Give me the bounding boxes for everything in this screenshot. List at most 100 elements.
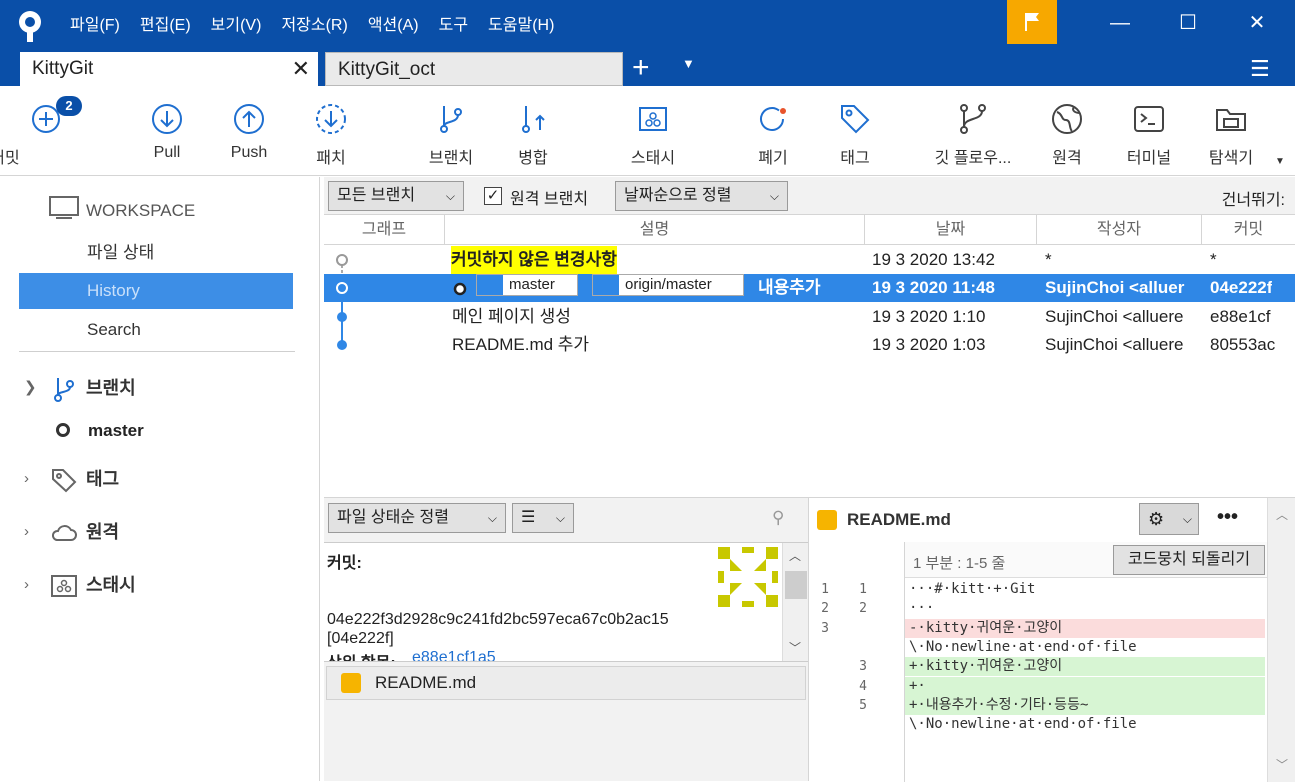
new-line-number: 1 xyxy=(859,582,867,597)
tab-kittygit-oct[interactable]: KittyGit_oct xyxy=(325,52,623,86)
sourcetree-logo-icon xyxy=(19,11,41,42)
commit-button[interactable]: 2 커밋 xyxy=(0,86,92,176)
table-row[interactable]: 커밋하지 않은 변경사항 19 3 2020 13:42 * * xyxy=(324,246,1295,274)
branch-tag-label: master xyxy=(509,276,555,293)
table-row[interactable]: README.md 추가 19 3 2020 1:03 SujinChoi <a… xyxy=(324,331,1295,359)
cloud-icon xyxy=(51,525,77,541)
commit-short-hash: [04e222f] xyxy=(327,630,394,647)
diff-scrollbar[interactable]: ︿ ﹀ xyxy=(1267,498,1295,782)
hunk-header: 1 부분 : 1-5 줄 코드뭉치 되돌리기 xyxy=(905,542,1267,578)
diff-line-ctx[interactable]: \·No·newline·at·end·of·file xyxy=(905,715,1265,734)
changed-file-name: README.md xyxy=(375,673,477,692)
diff-line-add[interactable]: +·내용추가·수정·기타·등등~ xyxy=(905,695,1265,715)
row-description: README.md 추가 xyxy=(452,335,590,354)
remote-button[interactable]: 원격 xyxy=(1022,86,1112,176)
diff-line-add[interactable]: +·kitty·귀여운·고양이 xyxy=(905,657,1265,677)
table-row[interactable]: 메인 페이지 생성 19 3 2020 1:10 SujinChoi <allu… xyxy=(324,303,1295,331)
menu-repository[interactable]: 저장소(R) xyxy=(271,14,357,38)
sidebar-item-file-status[interactable]: 파일 상태 xyxy=(19,235,293,271)
changed-file-item[interactable]: README.md xyxy=(326,666,806,700)
diff-line-ctx[interactable]: \·No·newline·at·end·of·file xyxy=(905,638,1265,657)
menu-view[interactable]: 보기(V) xyxy=(201,14,272,38)
terminal-button[interactable]: 터미널 xyxy=(1104,86,1194,176)
branch-button[interactable]: 브랜치 xyxy=(406,86,496,176)
minimize-button[interactable]: — xyxy=(1100,8,1140,38)
commit-info-scrollbar[interactable]: ︿ ﹀ xyxy=(782,543,808,661)
sidebar-section-remotes[interactable]: › 원격 xyxy=(24,517,314,547)
branch-label: 브랜치 xyxy=(428,150,474,167)
fetch-button[interactable]: 패치 xyxy=(286,86,376,176)
search-icon[interactable]: ⚲ xyxy=(772,508,784,528)
modified-file-icon xyxy=(341,673,361,693)
menu-edit[interactable]: 편집(E) xyxy=(130,14,201,38)
stash-button[interactable]: 스태시 xyxy=(608,86,698,176)
menu-help[interactable]: 도움말(H) xyxy=(478,14,564,38)
row-author: SujinChoi <alluere xyxy=(1045,307,1184,326)
git-flow-button[interactable]: 깃 플로우... xyxy=(928,86,1018,176)
table-row-selected[interactable]: master origin/master 내용추가 19 3 2020 11:4… xyxy=(324,274,1295,302)
tag-button[interactable]: 태그 xyxy=(810,86,900,176)
merge-button[interactable]: 병합 xyxy=(488,86,578,176)
flag-button[interactable] xyxy=(1007,0,1057,44)
menu-file[interactable]: 파일(F) xyxy=(60,14,130,38)
diff-settings-dropdown[interactable]: ⚙ ⌵ xyxy=(1139,503,1199,535)
diff-line-ctx[interactable]: ··· xyxy=(905,599,1265,618)
chevron-down-icon: ⌵ xyxy=(1182,512,1192,526)
remote-label: 원격 xyxy=(1052,150,1082,167)
sidebar-section-tags[interactable]: › 태그 xyxy=(24,464,314,494)
file-sort-dropdown[interactable]: 파일 상태순 정렬 ⌵ xyxy=(328,503,506,533)
scroll-down-icon[interactable]: ﹀ xyxy=(789,639,801,656)
sort-dropdown[interactable]: 날짜순으로 정렬 ⌵ xyxy=(615,181,788,211)
chevron-down-icon: ⌵ xyxy=(769,189,779,203)
column-graph[interactable]: 그래프 xyxy=(324,215,445,245)
view-mode-dropdown[interactable]: ☰ ⌵ xyxy=(512,503,574,533)
commit-node xyxy=(336,282,348,294)
tab-dropdown-icon[interactable]: ▼ xyxy=(682,56,695,71)
column-commit[interactable]: 커밋 xyxy=(1202,215,1295,245)
close-window-button[interactable]: ✕ xyxy=(1237,8,1277,38)
column-date[interactable]: 날짜 xyxy=(865,215,1037,245)
stashes-label: 스태시 xyxy=(86,575,136,595)
more-options-icon[interactable]: ••• xyxy=(1217,506,1238,529)
sidebar-item-search[interactable]: Search xyxy=(19,312,293,348)
tab-kittygit[interactable]: KittyGit ✕ xyxy=(20,52,318,86)
pull-button[interactable]: Pull xyxy=(122,86,212,176)
branch-filter-dropdown[interactable]: 모든 브랜치 ⌵ xyxy=(328,181,464,211)
discard-button[interactable]: 폐기 xyxy=(728,86,818,176)
menu-tools[interactable]: 도구 xyxy=(429,14,478,38)
diff-line-ctx[interactable]: ···#·kitt·+·Git xyxy=(905,580,1265,599)
old-line-number: 2 xyxy=(821,601,829,617)
menu-actions[interactable]: 액션(A) xyxy=(358,14,429,38)
diff-line-del[interactable]: -·kitty·귀여운·고양이 xyxy=(905,618,1265,638)
column-description[interactable]: 설명 xyxy=(445,215,865,245)
sidebar-item-history[interactable]: History xyxy=(19,273,293,309)
maximize-button[interactable]: ☐ xyxy=(1168,8,1208,38)
remote-branch-checkbox[interactable]: ✓ xyxy=(484,187,502,205)
scroll-up-icon[interactable]: ︿ xyxy=(1276,506,1288,523)
diff-line-add[interactable]: +· xyxy=(905,676,1265,696)
branch-icon xyxy=(440,106,462,133)
sidebar-branch-master[interactable]: master xyxy=(88,421,144,441)
scroll-thumb[interactable] xyxy=(785,571,807,599)
new-tab-button[interactable]: + xyxy=(632,52,650,84)
close-tab-icon[interactable]: ✕ xyxy=(292,52,310,86)
branch-tag-origin-master[interactable]: origin/master xyxy=(592,274,744,296)
push-button[interactable]: Push xyxy=(204,86,294,176)
merge-label: 병합 xyxy=(518,150,548,167)
toolbar-overflow-icon[interactable]: ▼ xyxy=(1275,156,1285,167)
explorer-button[interactable]: 탐색기 xyxy=(1186,86,1276,176)
new-line-number: 3 xyxy=(859,659,867,675)
hamburger-menu-icon[interactable]: ☰ xyxy=(1250,56,1270,82)
branch-tag-master[interactable]: master xyxy=(476,274,578,296)
diff-file-name: README.md xyxy=(847,510,951,529)
sidebar-section-branches[interactable]: ❯ 브랜치 xyxy=(24,373,314,403)
parent-link[interactable]: e88e1cf1a5 xyxy=(412,649,496,661)
column-author[interactable]: 작성자 xyxy=(1037,215,1202,245)
revert-hunk-button[interactable]: 코드뭉치 되돌리기 xyxy=(1113,545,1265,575)
scroll-down-icon[interactable]: ﹀ xyxy=(1276,756,1288,773)
sidebar-section-stashes[interactable]: › 스태시 xyxy=(24,570,314,600)
tag-icon xyxy=(841,105,870,134)
branches-label: 브랜치 xyxy=(86,378,136,398)
scroll-up-icon[interactable]: ︿ xyxy=(789,547,801,564)
folder-icon xyxy=(1216,109,1246,131)
